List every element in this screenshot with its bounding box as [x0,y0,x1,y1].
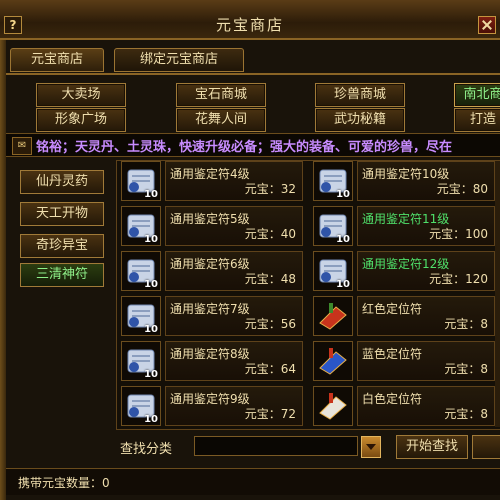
blue-talisman-icon [313,341,353,381]
category-button-pet-mall[interactable]: 珍兽商城 [315,83,405,107]
item-name: 蓝色定位符 [362,347,423,361]
sidebar-item-crafting[interactable]: 天工开物 [20,202,104,226]
item-price: 元宝：48 [244,272,296,286]
item-price: 元宝：8 [444,317,488,331]
item-info-panel: 通用鉴定符5级 元宝：40 [165,206,303,246]
window-title: 元宝商店 [215,16,284,34]
tab-bound-yuanbao-shop[interactable]: 绑定元宝商店 [114,48,244,72]
item-info-panel: 通用鉴定符9级 元宝：72 [165,386,303,426]
item-info-panel: 通用鉴定符7级 元宝：56 [165,296,303,336]
item-name: 红色定位符 [362,302,423,316]
search-category-label: 查找分类 [120,442,173,457]
scroll-icon: 10 [313,161,353,201]
item-price: 元宝：64 [244,362,296,376]
announcement-icon: ✉ [12,137,32,155]
item-price: 元宝：32 [244,182,296,196]
category-button-flower-dance[interactable]: 花舞人间 [176,108,266,132]
tab-yuanbao-shop[interactable]: 元宝商店 [10,48,104,72]
item-price: 元宝：80 [436,182,488,196]
item-info-panel: 通用鉴定符11级 元宝：100 [357,206,495,246]
item-name: 通用鉴定符9级 [170,392,250,406]
list-item[interactable]: 白色定位符 元宝：8 [311,386,497,426]
category-button-market[interactable]: 大卖场 [36,83,126,107]
category-button-gem-mall[interactable]: 宝石商城 [176,83,266,107]
item-info-panel: 通用鉴定符4级 元宝：32 [165,161,303,201]
item-price: 元宝：8 [444,362,488,376]
item-price: 元宝：8 [444,407,488,421]
item-name: 通用鉴定符6级 [170,257,250,271]
scroll-icon: 10 [121,341,161,381]
list-item[interactable]: 10 通用鉴定符4级 元宝：32 [119,161,305,201]
item-name: 白色定位符 [362,392,423,406]
list-item[interactable]: 10 通用鉴定符9级 元宝：72 [119,386,305,426]
scroll-icon: 10 [121,296,161,336]
sidebar-item-elixirs[interactable]: 仙丹灵药 [20,170,104,194]
item-price: 元宝：40 [244,227,296,241]
list-item[interactable]: 10 通用鉴定符8级 元宝：64 [119,341,305,381]
scroll-icon: 10 [121,251,161,291]
item-name: 通用鉴定符7级 [170,302,250,316]
item-price: 元宝：72 [244,407,296,421]
item-price: 元宝：100 [429,227,488,241]
shop-window: ? 元宝商店 元宝商店 绑定元宝商店 大卖场 宝石商城 珍兽商城 南北商 形象广… [0,0,500,500]
scroll-icon: 10 [121,206,161,246]
item-info-panel: 白色定位符 元宝：8 [357,386,495,426]
dropdown-arrow-icon[interactable] [361,436,381,458]
search-category-input[interactable] [194,436,358,456]
sidebar-item-treasures[interactable]: 奇珍异宝 [20,234,104,258]
yuanbao-balance: 携带元宝数量：0 [18,476,110,490]
announcement-text: 铭裕；天灵丹、土灵珠，快速升级必备；强大的装备、可爱的珍兽，尽在 [36,140,453,155]
list-item[interactable]: 蓝色定位符 元宝：8 [311,341,497,381]
scroll-icon: 10 [121,161,161,201]
announcement-marquee: ✉ 铭裕；天灵丹、土灵珠，快速升级必备；强大的装备、可爱的珍兽，尽在 [6,133,500,157]
tab-divider [6,73,500,75]
edge-button[interactable] [472,435,500,459]
item-price: 元宝：56 [244,317,296,331]
item-info-panel: 红色定位符 元宝：8 [357,296,495,336]
category-button-martial-arts[interactable]: 武功秘籍 [315,108,405,132]
item-info-panel: 通用鉴定符6级 元宝：48 [165,251,303,291]
window-frame [0,38,6,500]
close-button[interactable] [478,16,496,34]
item-grid: 10 通用鉴定符4级 元宝：32 10 通用鉴定符10级 元宝：80 10 通用… [116,160,500,430]
item-info-panel: 通用鉴定符12级 元宝：120 [357,251,495,291]
list-item[interactable]: 10 通用鉴定符7级 元宝：56 [119,296,305,336]
scroll-icon: 10 [313,251,353,291]
category-button-forge[interactable]: 打造 [454,108,500,132]
list-item[interactable]: 10 通用鉴定符11级 元宝：100 [311,206,497,246]
sub-category-sidebar: 仙丹灵药 天工开物 奇珍异宝 三清神符 [14,162,110,422]
item-name: 通用鉴定符8级 [170,347,250,361]
list-item[interactable]: 10 通用鉴定符6级 元宝：48 [119,251,305,291]
category-button-appearance[interactable]: 形象广场 [36,108,126,132]
item-info-panel: 通用鉴定符10级 元宝：80 [357,161,495,201]
list-item[interactable]: 10 通用鉴定符5级 元宝：40 [119,206,305,246]
white-talisman-icon [313,386,353,426]
scroll-icon: 10 [121,386,161,426]
item-name: 通用鉴定符5级 [170,212,250,226]
sidebar-item-talismans[interactable]: 三清神符 [20,263,104,287]
status-bar: 携带元宝数量：0 [6,468,500,495]
item-info-panel: 通用鉴定符8级 元宝：64 [165,341,303,381]
title-bar: ? 元宝商店 [0,0,500,40]
list-item[interactable]: 10 通用鉴定符10级 元宝：80 [311,161,497,201]
item-price: 元宝：120 [429,272,488,286]
item-name: 通用鉴定符4级 [170,167,250,181]
scroll-icon: 10 [313,206,353,246]
red-talisman-icon [313,296,353,336]
start-search-button[interactable]: 开始查找 [396,435,468,459]
category-button-nanbei[interactable]: 南北商 [454,83,500,107]
item-info-panel: 蓝色定位符 元宝：8 [357,341,495,381]
list-item[interactable]: 红色定位符 元宝：8 [311,296,497,336]
list-item[interactable]: 10 通用鉴定符12级 元宝：120 [311,251,497,291]
